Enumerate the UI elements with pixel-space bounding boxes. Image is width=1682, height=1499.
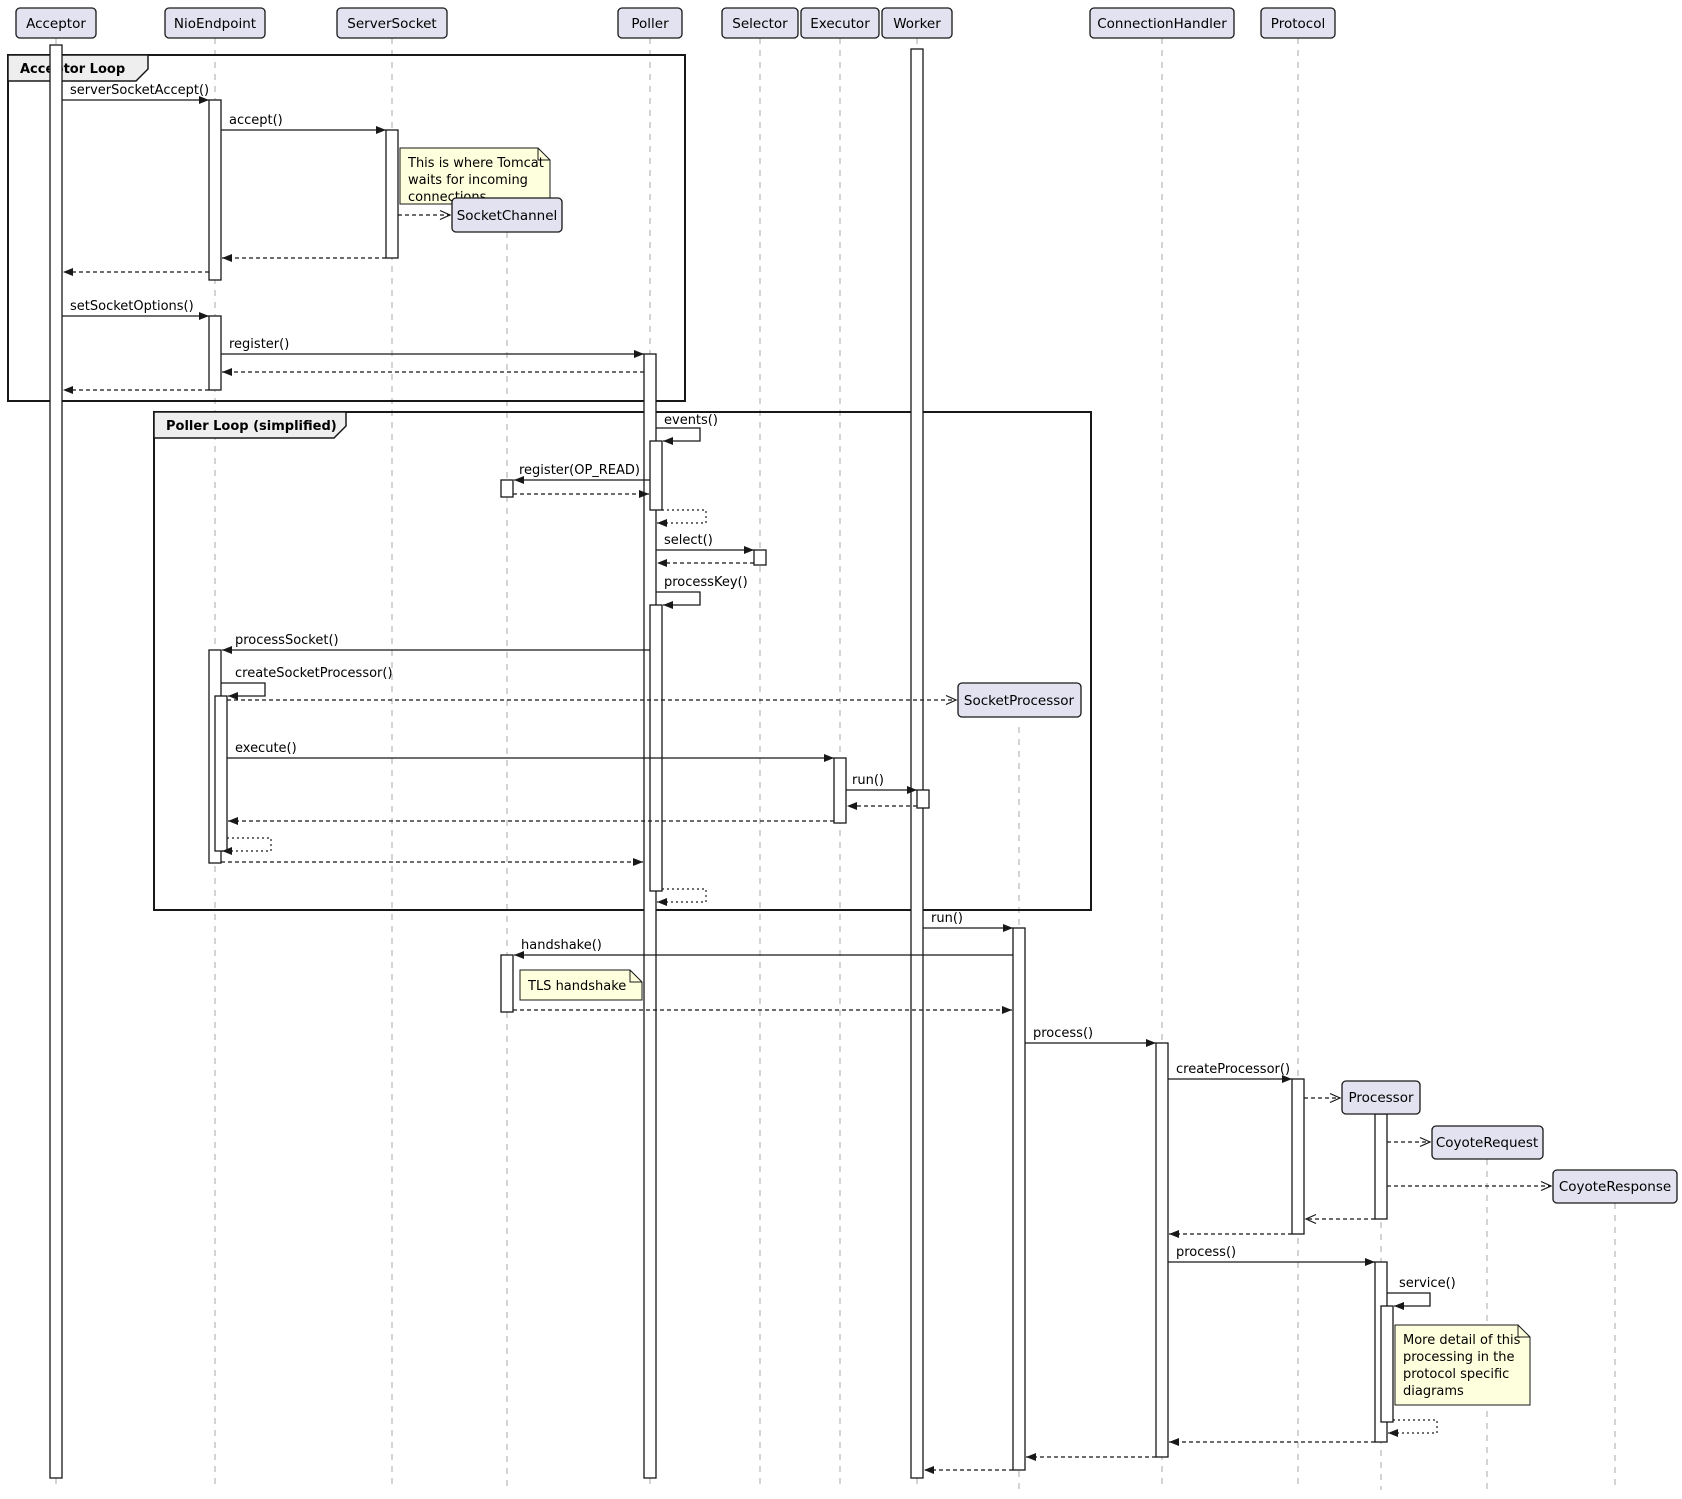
message-label-createprocessor: createProcessor() bbox=[1176, 1062, 1290, 1077]
frame-poller-loop-label: Poller Loop (simplified) bbox=[166, 419, 337, 434]
participant-processor: Processor bbox=[1342, 1081, 1420, 1114]
participant-coyoterequest-label: CoyoteRequest bbox=[1436, 1135, 1538, 1151]
activation-connectionhandler bbox=[1156, 1043, 1168, 1457]
message-label-setsocketoptions: setSocketOptions() bbox=[70, 299, 194, 314]
sequence-diagram-canvas: Acceptor Loop Poller Loop (simplified) s… bbox=[0, 0, 1682, 1495]
participant-worker: Worker bbox=[882, 8, 952, 38]
participant-executor-label: Executor bbox=[810, 16, 870, 32]
participant-socketprocessor-label: SocketProcessor bbox=[964, 693, 1075, 709]
frame-acceptor-loop-label: Acceptor Loop bbox=[20, 62, 125, 77]
participant-coyoteresponse-label: CoyoteResponse bbox=[1559, 1179, 1671, 1195]
note-detail-line1: More detail of this bbox=[1403, 1333, 1521, 1348]
participant-socketchannel-label: SocketChannel bbox=[457, 208, 558, 224]
activation-nioendpoint-createsp bbox=[215, 696, 227, 851]
message-label-processkey: processKey() bbox=[664, 575, 748, 590]
message-label-events: events() bbox=[664, 413, 718, 428]
activation-bars bbox=[50, 45, 1393, 1478]
self-arrow-processkey bbox=[656, 592, 700, 605]
activation-poller-processkey bbox=[650, 605, 662, 891]
activation-nioendpoint-options bbox=[209, 316, 221, 390]
message-label-processsocket: processSocket() bbox=[235, 633, 339, 648]
participant-worker-label: Worker bbox=[893, 16, 941, 32]
participant-executor: Executor bbox=[801, 8, 879, 38]
participant-coyoterequest: CoyoteRequest bbox=[1432, 1126, 1543, 1159]
participant-socketchannel: SocketChannel bbox=[452, 198, 562, 232]
message-label-register-op-read: register(OP_READ) bbox=[519, 463, 640, 478]
participant-headers: Acceptor NioEndpoint ServerSocket Poller… bbox=[16, 8, 1335, 38]
participant-selector-label: Selector bbox=[732, 16, 788, 32]
note-accept-line1: This is where Tomcat bbox=[407, 156, 544, 171]
message-label-run-worker: run() bbox=[852, 773, 884, 788]
activation-serversocket bbox=[386, 130, 398, 258]
activation-socketprocessor bbox=[1013, 928, 1025, 1470]
activation-socketchannel-handshake bbox=[501, 955, 513, 1012]
participant-poller: Poller bbox=[618, 8, 682, 38]
activation-socketchannel-register bbox=[501, 480, 513, 497]
participant-acceptor: Acceptor bbox=[16, 8, 96, 38]
message-label-handshake: handshake() bbox=[521, 938, 602, 953]
participant-acceptor-label: Acceptor bbox=[26, 16, 86, 32]
activation-poller-events bbox=[650, 441, 662, 510]
self-arrow-events bbox=[656, 428, 700, 441]
message-label-serversocketaccept: serverSocketAccept() bbox=[70, 83, 209, 98]
message-label-process-protocol: process() bbox=[1176, 1245, 1236, 1260]
self-arrow-createsocketprocessor bbox=[221, 683, 265, 696]
participant-coyoteresponse: CoyoteResponse bbox=[1553, 1170, 1677, 1203]
message-label-process-connection: process() bbox=[1033, 1026, 1093, 1041]
activation-processor-create bbox=[1375, 1114, 1387, 1219]
participant-nioendpoint-label: NioEndpoint bbox=[174, 16, 256, 32]
message-label-service: service() bbox=[1399, 1276, 1456, 1291]
self-return-poller-events bbox=[657, 510, 706, 523]
note-tls-line1: TLS handshake bbox=[527, 979, 626, 994]
activation-worker-run bbox=[917, 790, 929, 808]
activation-processor-service bbox=[1381, 1306, 1393, 1422]
activation-executor bbox=[834, 758, 846, 823]
participant-connectionhandler-label: ConnectionHandler bbox=[1097, 16, 1227, 32]
note-detail-line3: protocol specific bbox=[1403, 1367, 1509, 1382]
participant-poller-label: Poller bbox=[631, 16, 669, 32]
self-return-processor-service bbox=[1388, 1420, 1437, 1433]
participant-selector: Selector bbox=[722, 8, 798, 38]
activation-protocol bbox=[1292, 1079, 1304, 1234]
activation-poller-main bbox=[644, 354, 656, 1478]
activation-acceptor bbox=[50, 45, 62, 1478]
note-protocol-detail: More detail of this processing in the pr… bbox=[1395, 1325, 1530, 1405]
participant-protocol-label: Protocol bbox=[1271, 16, 1325, 32]
note-tls-handshake: TLS handshake bbox=[520, 970, 642, 1000]
note-accept-line2: waits for incoming bbox=[408, 173, 528, 188]
self-return-nioendpoint bbox=[222, 838, 271, 851]
message-label-createsocketprocessor: createSocketProcessor() bbox=[235, 666, 393, 681]
message-label-register: register() bbox=[229, 337, 289, 352]
message-label-execute: execute() bbox=[235, 741, 297, 756]
participant-serversocket: ServerSocket bbox=[337, 8, 447, 38]
note-accept: This is where Tomcat waits for incoming … bbox=[400, 148, 550, 205]
note-detail-line4: diagrams bbox=[1403, 1384, 1464, 1399]
tomcat-nio-sequence-diagram: Acceptor Loop Poller Loop (simplified) s… bbox=[0, 0, 1682, 1495]
participant-nioendpoint: NioEndpoint bbox=[165, 8, 265, 38]
self-arrow-service bbox=[1387, 1293, 1430, 1306]
participant-serversocket-label: ServerSocket bbox=[347, 16, 436, 32]
message-label-select: select() bbox=[664, 533, 713, 548]
participant-processor-label: Processor bbox=[1348, 1090, 1413, 1106]
self-return-poller-processkey bbox=[657, 889, 706, 902]
activation-selector bbox=[754, 550, 766, 565]
activation-worker bbox=[911, 49, 923, 1478]
message-label-accept: accept() bbox=[229, 113, 283, 128]
participant-socketprocessor: SocketProcessor bbox=[958, 683, 1081, 717]
activation-nioendpoint-accept bbox=[209, 100, 221, 280]
message-label-run-socketprocessor: run() bbox=[931, 911, 963, 926]
note-detail-line2: processing in the bbox=[1403, 1350, 1515, 1365]
participant-connectionhandler: ConnectionHandler bbox=[1090, 8, 1234, 38]
frame-poller-loop: Poller Loop (simplified) bbox=[154, 412, 1091, 910]
messages: serverSocketAccept() accept() setSocketO… bbox=[62, 83, 1551, 1470]
frame-acceptor-loop: Acceptor Loop bbox=[8, 55, 685, 401]
participant-protocol: Protocol bbox=[1261, 8, 1335, 38]
